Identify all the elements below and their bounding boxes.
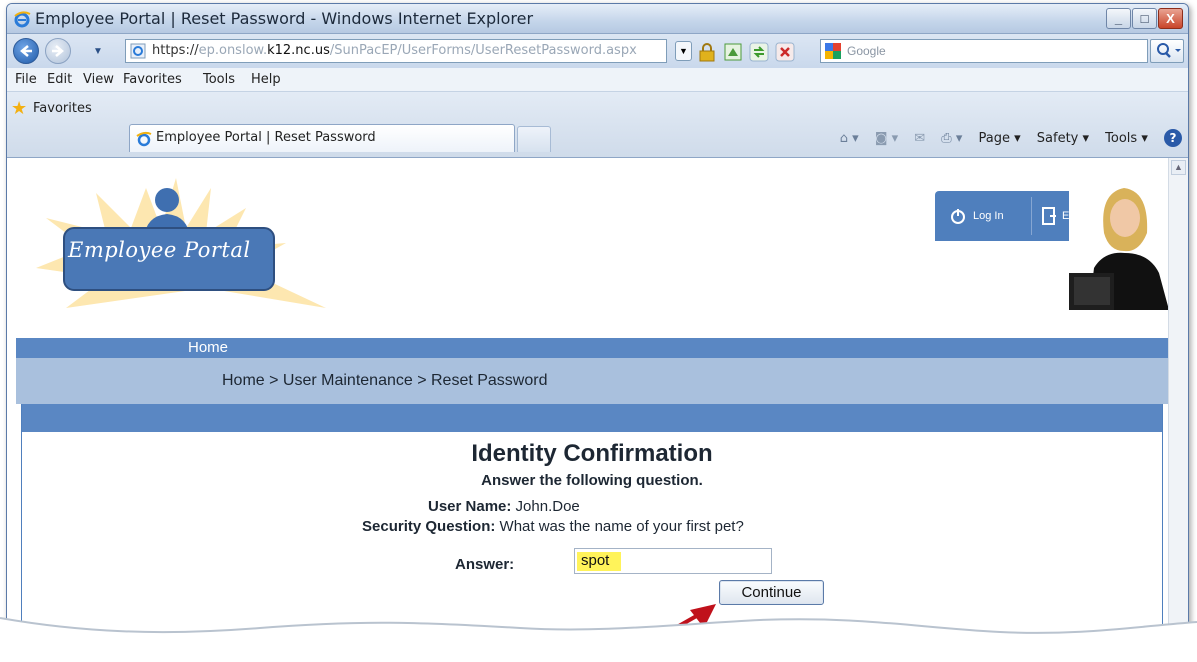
nav-home-link[interactable]: Home (188, 339, 228, 356)
search-input[interactable]: Google (820, 39, 1148, 63)
forward-button[interactable] (45, 38, 71, 64)
compatibility-view-icon[interactable] (723, 42, 743, 62)
tools-menu[interactable]: Tools ▾ (1105, 131, 1148, 146)
menu-file[interactable]: File (15, 72, 37, 87)
answer-value: spot (581, 552, 610, 569)
tab-label: Employee Portal | Reset Password (156, 130, 376, 145)
refresh-icon[interactable] (749, 42, 769, 62)
content-header-band (22, 404, 1162, 432)
login-label: Log In (973, 210, 1004, 222)
page-menu[interactable]: Page ▾ (979, 131, 1021, 146)
forward-arrow-icon (52, 45, 64, 57)
web-page: Employee Portal Log In Exit (16, 158, 1169, 642)
title-bar: Employee Portal | Reset Password - Windo… (7, 4, 1188, 34)
page-viewport: Employee Portal Log In Exit (7, 158, 1188, 642)
breadcrumb-strip: Home > User Maintenance > Reset Password (16, 358, 1168, 404)
search-icon (1157, 43, 1181, 58)
safety-menu[interactable]: Safety ▾ (1037, 131, 1089, 146)
page-title: Identity Confirmation (471, 440, 713, 467)
user-photo (1069, 173, 1169, 310)
google-icon (825, 43, 841, 59)
menu-help[interactable]: Help (251, 72, 281, 87)
user-name-row: User Name: John.Doe (428, 498, 580, 515)
menu-edit[interactable]: Edit (47, 72, 72, 87)
maximize-button[interactable]: □ (1132, 8, 1157, 29)
address-bar: ▼ https://ep.onslow.k12.nc.us/SunPacEP/U… (7, 34, 1188, 68)
help-icon[interactable]: ? (1164, 129, 1182, 147)
scroll-up-arrow-icon[interactable]: ▲ (1171, 160, 1186, 175)
answer-label: Answer: (455, 556, 515, 573)
user-name-value: John.Doe (515, 498, 580, 515)
user-name-label: User Name: (428, 498, 512, 515)
tab-employee-portal[interactable]: Employee Portal | Reset Password (129, 124, 515, 152)
vertical-scrollbar[interactable]: ▲ (1168, 158, 1188, 642)
ie-logo-icon (14, 11, 31, 28)
power-icon (951, 209, 965, 225)
window-title: Employee Portal | Reset Password - Windo… (35, 9, 534, 28)
back-button[interactable] (13, 38, 39, 64)
star-icon: ★ (11, 98, 28, 119)
favorites-button[interactable]: ★ Favorites (9, 96, 100, 122)
command-bar: ⌂ ▾ ◙ ▾ ✉ ⎙ ▾ Page ▾ Safety ▾ Tools ▾ ? (828, 126, 1182, 152)
menu-favorites[interactable]: Favorites (123, 72, 182, 87)
url-domain: k12.nc.us (267, 43, 330, 58)
url-protocol: https:// (152, 43, 199, 58)
nav-strip: Home (16, 338, 1168, 358)
security-question-row: Security Question: What was the name of … (362, 518, 744, 535)
page-subtitle: Answer the following question. (481, 472, 703, 489)
menu-bar: File Edit View Favorites Tools Help (7, 68, 1188, 92)
back-arrow-icon (20, 45, 32, 57)
browser-window: Employee Portal | Reset Password - Windo… (6, 3, 1189, 643)
history-dropdown-icon[interactable]: ▼ (93, 46, 103, 57)
menu-tools[interactable]: Tools (203, 72, 235, 87)
exit-door-icon (1042, 207, 1056, 226)
favorites-tabs-bar: ★ Favorites Employee Portal | Reset Pass… (7, 92, 1188, 158)
url-dropdown-icon[interactable]: ▼ (675, 41, 692, 61)
search-button[interactable] (1150, 39, 1184, 63)
header-divider (1031, 197, 1032, 235)
page-icon (130, 43, 146, 59)
print-icon[interactable]: ⎙ ▾ (941, 131, 962, 146)
lock-icon[interactable] (697, 42, 717, 62)
mail-icon[interactable]: ✉ (914, 131, 925, 146)
security-question-label: Security Question: (362, 518, 496, 535)
close-button[interactable]: X (1158, 8, 1183, 29)
stop-icon[interactable] (775, 42, 795, 62)
url-path: /SunPacEP/UserForms/UserResetPassword.as… (329, 43, 637, 58)
ie-tab-icon (136, 131, 152, 147)
login-button[interactable]: Log In (949, 191, 1004, 241)
breadcrumb: Home > User Maintenance > Reset Password (222, 372, 548, 389)
home-icon[interactable]: ⌂ ▾ (840, 131, 859, 146)
new-tab-button[interactable] (517, 126, 551, 152)
favorites-label: Favorites (33, 101, 92, 116)
portal-logo-text: Employee Portal (68, 238, 251, 262)
feeds-icon[interactable]: ◙ ▾ (875, 131, 898, 146)
minimize-button[interactable]: _ (1106, 8, 1131, 29)
torn-edge-decoration (0, 617, 1197, 662)
search-placeholder: Google (847, 44, 886, 58)
address-input[interactable]: https://ep.onslow.k12.nc.us/SunPacEP/Use… (125, 39, 667, 63)
security-question-value: What was the name of your first pet? (499, 518, 744, 535)
menu-view[interactable]: View (83, 72, 114, 87)
url-subdomain: ep.onslow. (198, 43, 268, 58)
